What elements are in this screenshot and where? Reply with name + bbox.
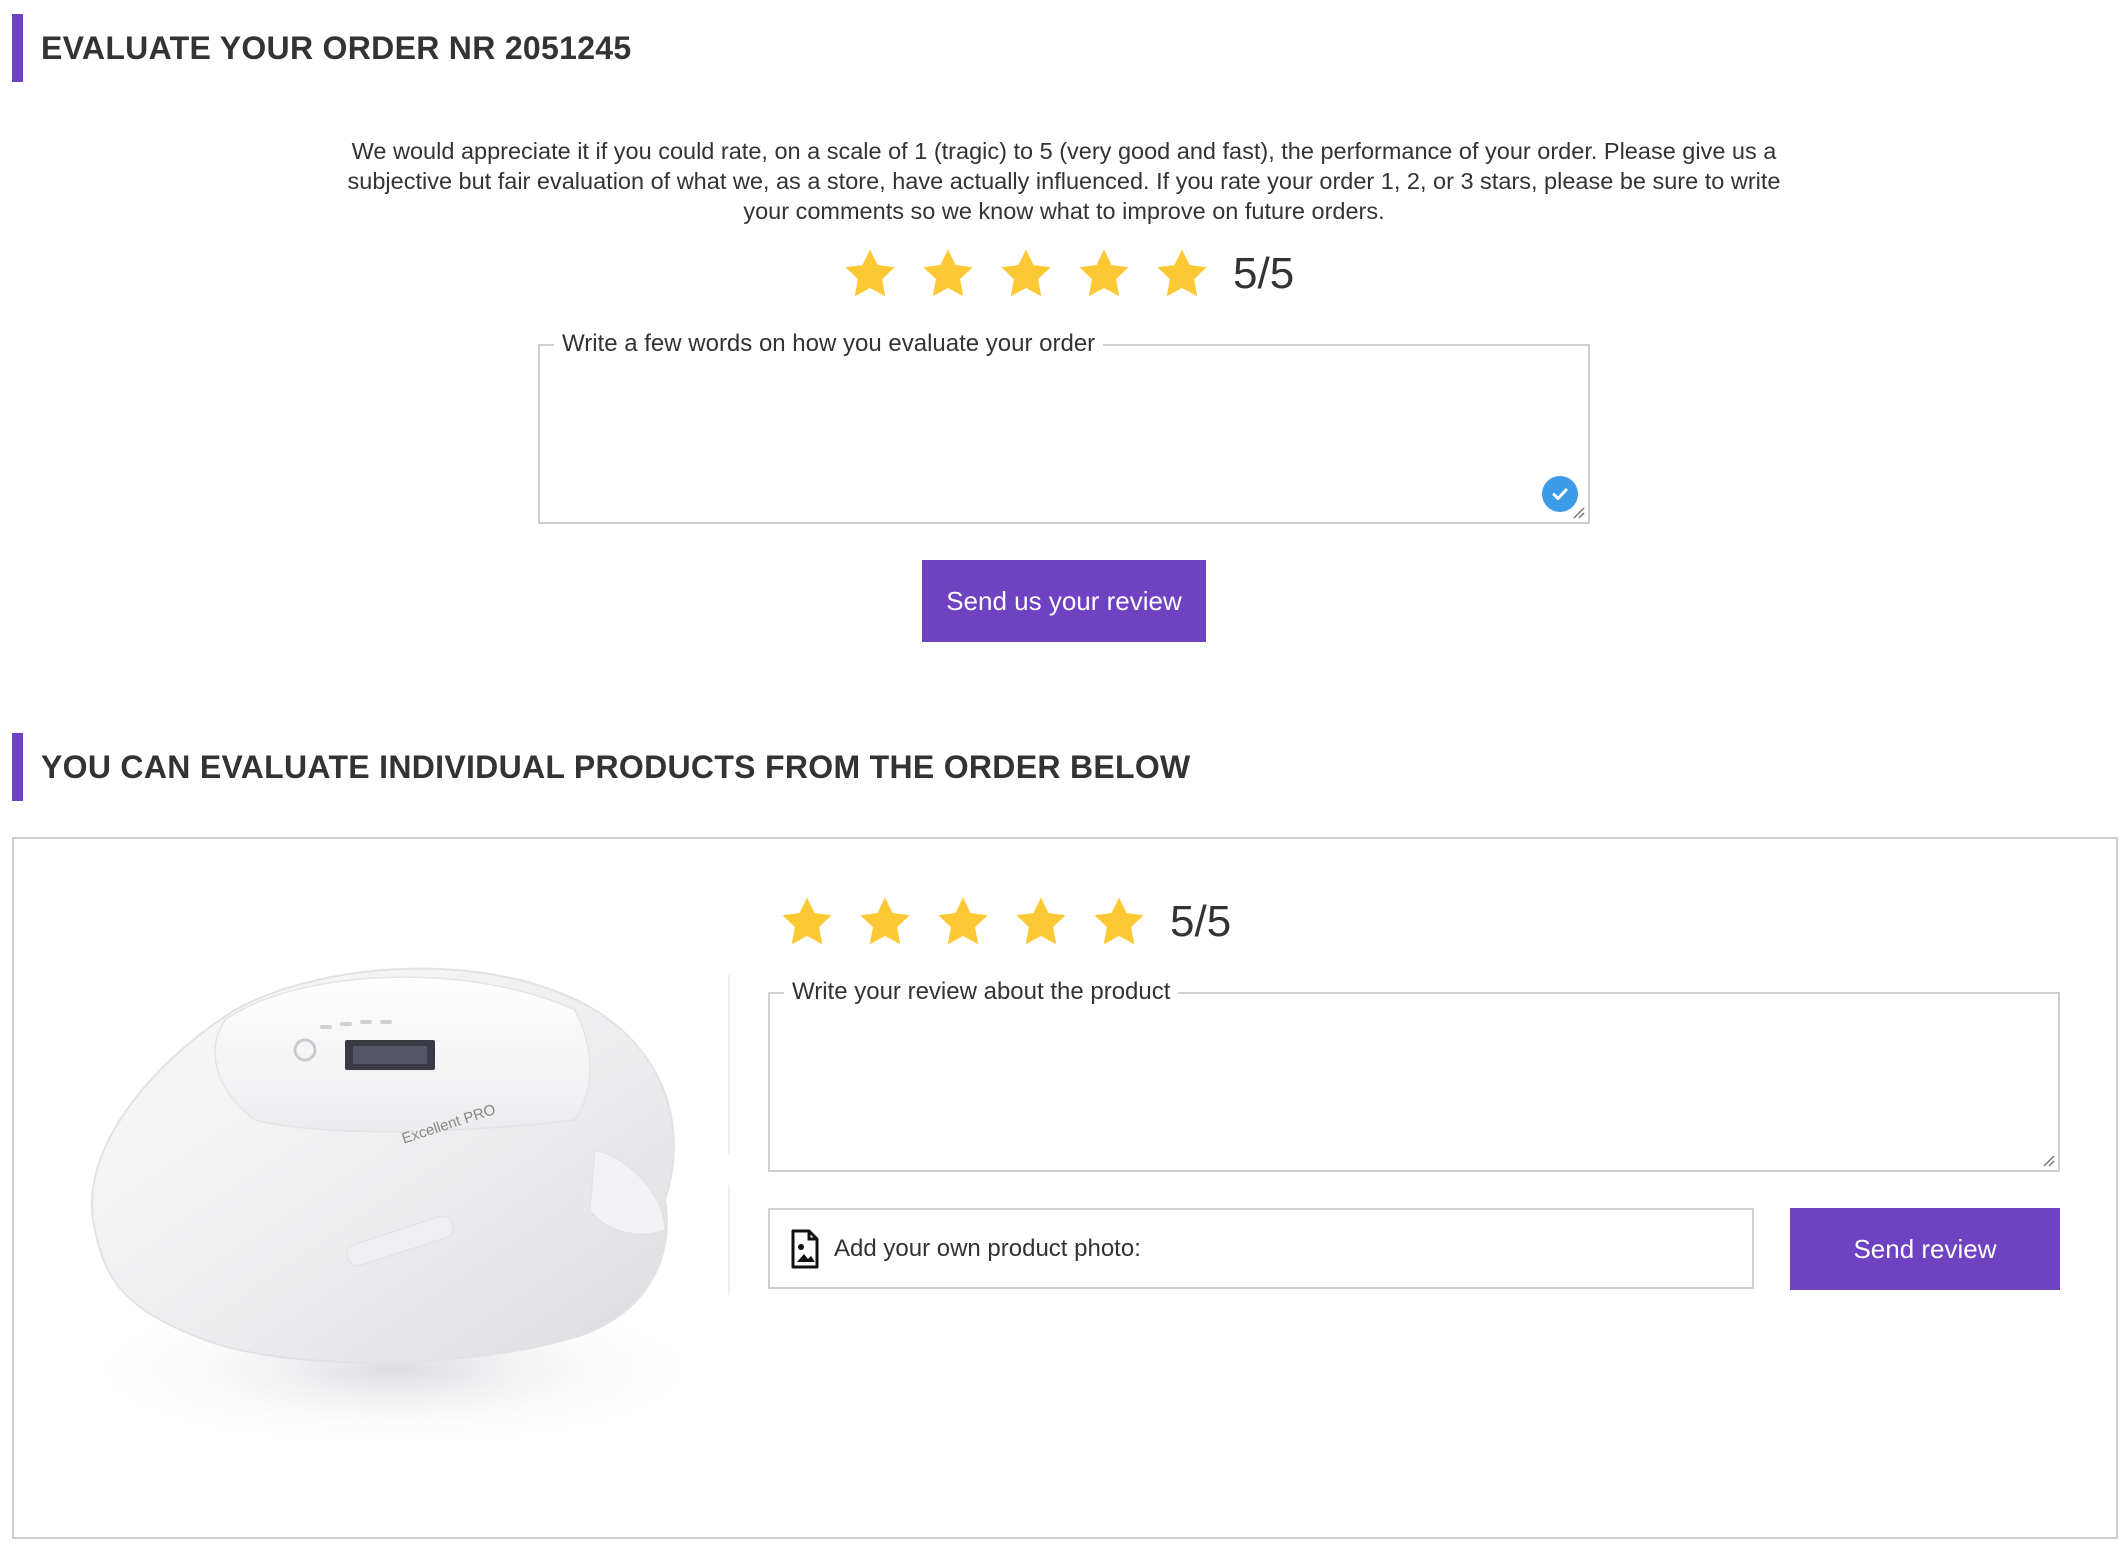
star-icon[interactable] — [1075, 245, 1133, 303]
star-icon[interactable] — [856, 893, 914, 951]
divider — [728, 975, 730, 1155]
star-icon[interactable] — [919, 245, 977, 303]
send-product-review-button[interactable]: Send review — [1790, 1208, 2060, 1290]
add-photo-input[interactable]: Add your own product photo: — [768, 1208, 1754, 1289]
send-order-review-button[interactable]: Send us your review — [922, 560, 1206, 642]
resize-grip-icon[interactable] — [2041, 1153, 2055, 1167]
accent-bar — [12, 14, 23, 82]
order-intro-text: We would appreciate it if you could rate… — [347, 138, 1781, 224]
rating-score: 5/5 — [1233, 249, 1295, 298]
products-section-title: YOU CAN EVALUATE INDIVIDUAL PRODUCTS FRO… — [41, 748, 1191, 785]
star-icon[interactable] — [1012, 893, 1070, 951]
star-icon[interactable] — [841, 245, 899, 303]
image-file-icon — [791, 1229, 819, 1268]
order-rating[interactable]: 5/5 — [841, 245, 1294, 303]
product-review-field[interactable]: Write your review about the product — [768, 977, 2060, 1172]
order-comment-legend: Write a few words on how you evaluate yo… — [554, 329, 1104, 359]
divider — [728, 1185, 730, 1295]
product-rating[interactable]: 5/5 — [778, 893, 1231, 951]
product-review-legend: Write your review about the product — [784, 977, 1179, 1007]
star-icon[interactable] — [1090, 893, 1148, 951]
star-icon[interactable] — [934, 893, 992, 951]
order-comment-field[interactable]: Write a few words on how you evaluate yo… — [538, 329, 1590, 524]
rating-score: 5/5 — [1170, 897, 1232, 946]
star-icon[interactable] — [1153, 245, 1211, 303]
accent-bar — [12, 733, 23, 801]
resize-grip-icon[interactable] — [1571, 505, 1585, 519]
star-icon[interactable] — [778, 893, 836, 951]
order-section-title: EVALUATE YOUR ORDER NR 2051245 — [41, 29, 632, 66]
product-image: Excellent PRO — [75, 967, 715, 1450]
products-section-header: YOU CAN EVALUATE INDIVIDUAL PRODUCTS FRO… — [12, 733, 1191, 801]
order-section-header: EVALUATE YOUR ORDER NR 2051245 — [12, 14, 632, 82]
star-icon[interactable] — [997, 245, 1055, 303]
add-photo-label: Add your own product photo: — [834, 1234, 1141, 1262]
